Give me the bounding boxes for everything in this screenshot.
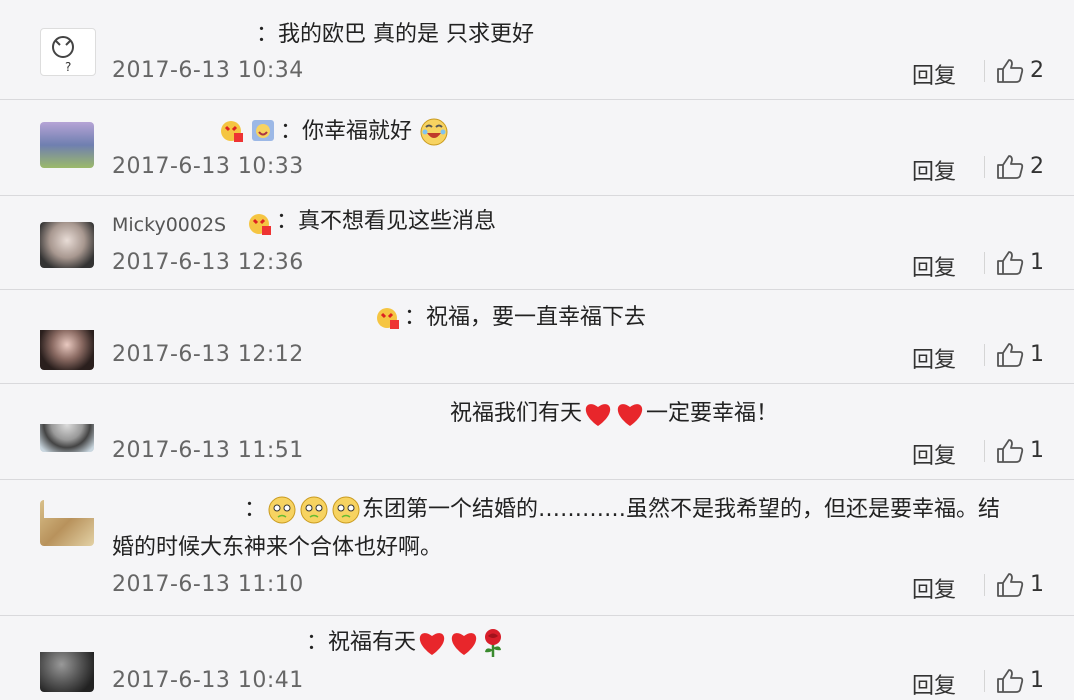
comment-text: ：东团第一个结婚的…………虽然不是我希望的，但还是要幸福。结 [244,494,1000,526]
heart-icon [419,633,445,655]
love-emoji-icon [221,121,243,142]
reply-button[interactable]: 回复 [912,668,956,700]
username-redacted [112,16,252,42]
like-count: 2 [1030,58,1044,83]
comment-item: ：祝福，要一直幸福下去 2017-6-13 12:12 回复 1 [0,290,1074,384]
divider [984,156,985,178]
smile-emoji-icon [252,120,274,141]
heart-icon [617,404,643,426]
username-redacted [40,398,440,424]
divider [984,252,985,274]
thumbs-up-icon[interactable] [996,250,1024,276]
sad-emoji-icon [300,496,328,524]
like-count: 1 [1030,342,1044,367]
divider [984,344,985,366]
comment-text-continued: 婚的时候大东神来个合体也好啊。 [112,535,443,560]
comment-date: 2017-6-13 11:51 [112,438,304,463]
thumbs-up-icon[interactable] [996,342,1024,368]
comment-date: 2017-6-13 10:33 [112,154,304,179]
comment-date: 2017-6-13 12:12 [112,342,304,367]
thumbs-up-icon[interactable] [996,154,1024,180]
comment-date: 2017-6-13 10:34 [112,58,304,83]
comment-text: ：你幸福就好 [280,117,449,147]
laughing-emoji-icon [420,118,448,146]
thumbs-up-icon[interactable] [996,668,1024,694]
sad-emoji-icon [268,496,296,524]
like-count: 1 [1030,438,1044,463]
comment-text: ：祝福，要一直幸福下去 [404,305,647,330]
love-emoji-icon [249,214,271,235]
rose-icon [485,629,502,657]
thumbs-up-icon[interactable] [996,572,1024,598]
avatar[interactable] [40,324,94,370]
like-count: 2 [1030,154,1044,179]
username-redacted [112,117,216,143]
avatar[interactable] [40,122,94,168]
thumbs-up-icon[interactable] [996,438,1024,464]
reply-button[interactable]: 回复 [912,154,956,186]
comment-list: ? ：我的欧巴 真的是 只求更好 2017-6-13 10:34 回复 2 ：你… [0,0,1074,700]
comment-date: 2017-6-13 12:36 [112,250,304,275]
like-count: 1 [1030,572,1044,597]
comment-date: 2017-6-13 10:41 [112,668,304,693]
comment-item: 祝福我们有天 一定要幸福！ 2017-6-13 11:51 回复 1 [0,384,1074,480]
divider [984,440,985,462]
comment-text: ：真不想看见这些消息 [276,209,497,234]
username-redacted [44,492,240,518]
heart-icon [451,633,477,655]
divider [984,670,985,692]
like-count: 1 [1030,250,1044,275]
reply-button[interactable]: 回复 [912,438,956,470]
thumbs-up-icon[interactable] [996,58,1024,84]
reply-button[interactable]: 回复 [912,250,956,282]
avatar[interactable]: ? [40,28,96,76]
comment-text: 祝福我们有天 一定要幸福！ [450,401,779,426]
comment-date: 2017-6-13 11:10 [112,572,304,597]
sad-emoji-icon [332,496,360,524]
comment-item: Micky0002S ：真不想看见这些消息 2017-6-13 12:36 回复… [0,196,1074,290]
avatar[interactable] [40,222,94,268]
avatar[interactable] [40,646,94,692]
reply-button[interactable]: 回复 [912,572,956,604]
comment-item: ：你幸福就好 2017-6-13 10:33 回复 2 [0,100,1074,196]
username-redacted [36,626,304,652]
reply-button[interactable]: 回复 [912,58,956,90]
comment-text: ：祝福有天 [306,628,506,658]
svg-text:?: ? [65,60,71,74]
comment-item: ：东团第一个结婚的…………虽然不是我希望的，但还是要幸福。结 婚的时候大东神来个… [0,480,1074,616]
username-redacted [36,304,372,330]
divider [984,60,985,82]
comment-text: ：我的欧巴 真的是 只求更好 [256,22,534,47]
love-emoji-icon [377,308,399,329]
comment-item: ? ：我的欧巴 真的是 只求更好 2017-6-13 10:34 回复 2 [0,0,1074,100]
like-count: 1 [1030,668,1044,693]
comment-item: ：祝福有天 2017-6-13 10:41 回复 1 [0,616,1074,700]
divider [984,574,985,596]
reply-button[interactable]: 回复 [912,342,956,374]
username[interactable]: Micky0002S [112,211,226,239]
heart-icon [585,404,611,426]
